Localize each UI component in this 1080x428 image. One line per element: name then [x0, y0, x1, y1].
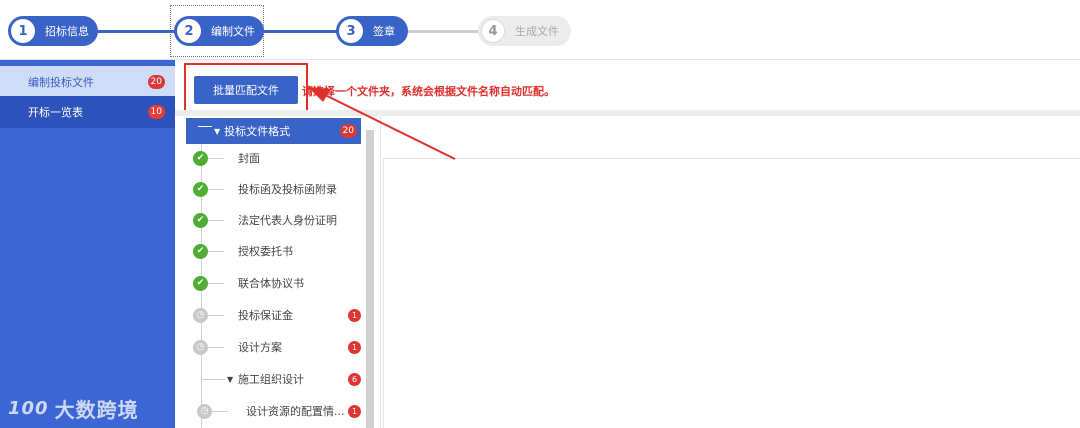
- sidebar-item-opening-list[interactable]: 开标一览表 10: [0, 96, 175, 128]
- step-number: 2: [177, 19, 201, 43]
- step-generate-file[interactable]: 4 生成文件: [478, 16, 571, 46]
- tree-line: [212, 410, 228, 412]
- step-label: 生成文件: [515, 25, 559, 38]
- tree-item-label: 设计方案: [238, 341, 282, 354]
- brand-logo-icon: 100: [8, 398, 49, 419]
- check-icon: ✔: [193, 275, 208, 291]
- tree-root-label: 投标文件格式: [224, 125, 291, 138]
- check-icon: ✔: [193, 212, 208, 228]
- step-number: 4: [481, 19, 505, 43]
- step-number: 1: [11, 19, 35, 43]
- preview-area: [383, 158, 1080, 428]
- step-connector: [407, 30, 482, 33]
- check-icon: ✔: [193, 181, 208, 197]
- tree-line: [198, 126, 212, 127]
- tree-item-legal-rep[interactable]: ✔ 法定代表人身份证明: [185, 208, 360, 232]
- check-icon: ✔: [193, 150, 208, 166]
- tree-item-cover[interactable]: ✔ 封面: [185, 146, 360, 170]
- tree-item-bid-letter[interactable]: ✔ 投标函及投标函附录: [185, 177, 360, 201]
- progress-stepper: 1 招标信息 2 编制文件 3 签章 4 生成文件: [0, 0, 1080, 60]
- batch-match-button[interactable]: 批量匹配文件: [194, 76, 298, 104]
- tree-line: [208, 219, 224, 221]
- tree-item-label: 投标函及投标函附录: [238, 183, 337, 196]
- tree-item-label: 投标保证金: [238, 309, 293, 322]
- count-badge: 20: [339, 124, 357, 138]
- count-badge: 1: [348, 404, 361, 418]
- step-bid-info[interactable]: 1 招标信息: [8, 16, 98, 46]
- brand-name: 大数跨境: [54, 398, 139, 422]
- step-signature[interactable]: 3 签章: [336, 16, 408, 46]
- check-icon: ✔: [193, 243, 208, 259]
- count-badge: 6: [348, 372, 361, 386]
- tree-item-label: 封面: [238, 152, 260, 165]
- file-tree: ▼ 投标文件格式 20 ✔ 封面 ✔ 投标函及投标函附录 ✔ 法定代表人身份证明…: [185, 116, 375, 428]
- step-connector: [97, 30, 175, 33]
- step-label: 编制文件: [211, 25, 255, 38]
- tree-line: [208, 282, 224, 284]
- tree-root-node[interactable]: ▼ 投标文件格式 20: [186, 118, 361, 144]
- sidebar-item-label: 编制投标文件: [28, 76, 94, 89]
- tree-item-label: 授权委托书: [238, 245, 293, 258]
- count-badge: 1: [348, 308, 361, 322]
- tree-line: [208, 346, 224, 348]
- tree-line: [208, 250, 224, 252]
- count-badge: 10: [147, 105, 165, 119]
- main-content: 批量匹配文件 请选择一个文件夹，系统会根据文件名称自动匹配。 ▼ 投标文件格式 …: [175, 60, 1080, 428]
- tree-item-construction-org[interactable]: ▼ 施工组织设计 6: [185, 367, 361, 391]
- caret-down-icon: ▼: [227, 374, 234, 384]
- tree-item-design-plan[interactable]: ◷ 设计方案 1: [185, 335, 361, 359]
- count-badge: 1: [348, 340, 361, 354]
- brand-watermark: 100 大数跨境: [8, 394, 139, 423]
- sidebar-item-compile-bid[interactable]: 编制投标文件 20: [0, 66, 175, 98]
- tree-item-label: 法定代表人身份证明: [238, 214, 337, 227]
- sidebar-item-label: 开标一览表: [28, 106, 83, 119]
- tree-item-design-resources[interactable]: ◷ 设计资源的配置情... 1: [185, 399, 361, 423]
- tree-item-label: 施工组织设计: [238, 373, 304, 386]
- step-label: 招标信息: [45, 25, 89, 38]
- tree-line: [208, 188, 224, 190]
- tree-item-bid-bond[interactable]: ◷ 投标保证金 1: [185, 303, 361, 327]
- tree-line: [208, 157, 224, 159]
- tree-item-consortium[interactable]: ✔ 联合体协议书: [185, 271, 360, 295]
- step-compile-files[interactable]: 2 编制文件: [174, 16, 264, 46]
- clock-icon: ◷: [193, 307, 208, 323]
- hint-text: 请选择一个文件夹，系统会根据文件名称自动匹配。: [302, 85, 555, 98]
- app-page: 1 招标信息 2 编制文件 3 签章 4 生成文件 编制投标文件 20 开标一览…: [0, 0, 1080, 428]
- caret-down-icon: ▼: [214, 126, 221, 136]
- tree-line: [201, 378, 225, 380]
- step-label: 签章: [373, 25, 395, 38]
- sidebar: 编制投标文件 20 开标一览表 10 100 大数跨境: [0, 60, 175, 428]
- tree-line: [208, 314, 224, 316]
- tree-item-label: 设计资源的配置情...: [246, 405, 345, 418]
- tree-scrollbar[interactable]: [366, 130, 374, 428]
- clock-icon: ◷: [193, 339, 208, 355]
- step-number: 3: [339, 19, 363, 43]
- tree-item-label: 联合体协议书: [238, 277, 304, 290]
- count-badge: 20: [147, 75, 165, 89]
- clock-icon: ◷: [197, 403, 212, 419]
- tree-item-authorization[interactable]: ✔ 授权委托书: [185, 239, 360, 263]
- step-connector: [262, 30, 338, 33]
